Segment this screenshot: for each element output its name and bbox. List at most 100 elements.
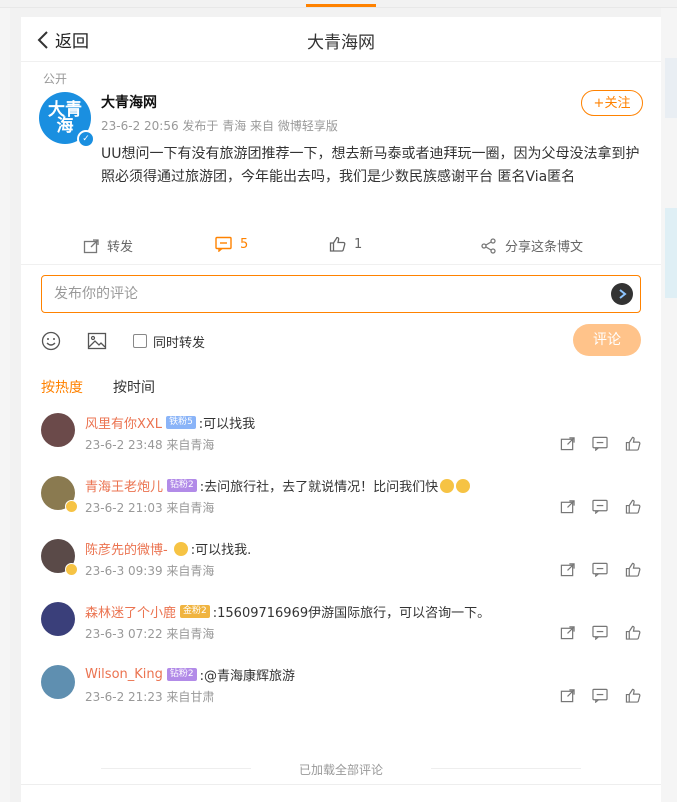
comment-text: :15609716969伊游国际旅行，可以咨询一下。 bbox=[212, 606, 491, 621]
also-repost-label: 同时转发 bbox=[153, 335, 206, 351]
comment-composer: 同时转发 评论 bbox=[21, 265, 661, 369]
reply-icon[interactable] bbox=[592, 625, 608, 640]
reply-icon[interactable] bbox=[592, 499, 608, 514]
tab-sort-hot[interactable]: 按热度 bbox=[41, 377, 83, 397]
comment-item: Wilson_King 钻粉2 :@青海康辉旅游 23-6-2 21:23 来自… bbox=[21, 659, 661, 722]
comment-line: 青海王老炮儿 钻粉2 :去问旅行社，去了就说情况！比问我们快 bbox=[85, 476, 471, 495]
all-loaded-notice: 已加载全部评论 bbox=[21, 761, 661, 777]
comment-time: 23-6-3 07:22 来自青海 bbox=[85, 627, 215, 641]
top-bar bbox=[0, 0, 677, 8]
comment-text: :可以找我. bbox=[190, 543, 252, 558]
like-count: 1 bbox=[354, 236, 363, 252]
page-header: 返回 大青海网 bbox=[21, 17, 661, 61]
verified-icon: ✓ bbox=[77, 130, 95, 148]
thumbs-up-icon[interactable] bbox=[625, 562, 641, 577]
fan-badge: 金粉2 bbox=[180, 605, 210, 618]
side-panel-fragment bbox=[665, 58, 677, 118]
image-icon[interactable] bbox=[87, 331, 107, 351]
comment-text: :@青海康辉旅游 bbox=[199, 669, 296, 684]
reply-icon[interactable] bbox=[592, 562, 608, 577]
comment-time: 23-6-2 23:48 来自青海 bbox=[85, 438, 215, 452]
repost-icon[interactable] bbox=[560, 562, 575, 577]
comment-username[interactable]: 陈彦先的微博- bbox=[85, 539, 168, 558]
like-button[interactable]: 1 bbox=[329, 236, 362, 252]
fan-badge: 铁粉5 bbox=[166, 416, 196, 429]
thumbs-up-icon[interactable] bbox=[625, 688, 641, 703]
comment-item: 陈彦先的微博- :可以找我. 23-6-3 09:39 来自青海 bbox=[21, 533, 661, 596]
reply-icon[interactable] bbox=[592, 436, 608, 451]
thumbs-up-icon[interactable] bbox=[625, 499, 641, 514]
crown-emoji-icon bbox=[173, 541, 188, 556]
comment-item: 森林迷了个小鹿 金粉2 :15609716969伊游国际旅行，可以咨询一下。 2… bbox=[21, 596, 661, 659]
comment-time: 23-6-2 21:23 来自甘肃 bbox=[85, 690, 215, 704]
share-label: 分享这条博文 bbox=[505, 240, 584, 255]
repost-label: 转发 bbox=[107, 240, 134, 255]
tab-sort-time[interactable]: 按时间 bbox=[113, 377, 155, 397]
author-name[interactable]: 大青海网 bbox=[101, 92, 157, 112]
comment-text: :去问旅行社，去了就说情况！比问我们快 bbox=[199, 480, 439, 495]
comment-sort-tabs: 按热度 按时间 bbox=[21, 369, 661, 407]
comment-actions bbox=[543, 499, 641, 514]
comment-count: 5 bbox=[240, 236, 249, 252]
checkbox-box bbox=[133, 334, 147, 348]
reply-icon[interactable] bbox=[592, 688, 608, 703]
repost-icon[interactable] bbox=[560, 499, 575, 514]
repost-button[interactable]: 转发 bbox=[83, 236, 133, 255]
also-repost-checkbox[interactable]: 同时转发 bbox=[133, 332, 205, 351]
divider bbox=[431, 768, 581, 769]
repost-icon[interactable] bbox=[560, 688, 575, 703]
verified-icon bbox=[65, 563, 78, 576]
dog-emoji-icon bbox=[440, 478, 455, 493]
side-panel-fragment bbox=[665, 208, 677, 298]
divider bbox=[21, 784, 661, 785]
thumbs-up-icon[interactable] bbox=[625, 625, 641, 640]
post-detail-card: 返回 大青海网 公开 大青海 ✓ 大青海网 23-6-2 20:56 发布于 青… bbox=[21, 17, 661, 802]
comment-line: 风里有你XXL 铁粉5 :可以找我 bbox=[85, 413, 255, 432]
comment-time: 23-6-2 21:03 来自青海 bbox=[85, 501, 215, 515]
comment-input[interactable] bbox=[41, 275, 641, 313]
comment-time: 23-6-3 09:39 来自青海 bbox=[85, 564, 215, 578]
thumbs-up-icon bbox=[329, 236, 346, 252]
right-gutter bbox=[661, 8, 677, 802]
fan-badge: 钻粉2 bbox=[167, 479, 197, 492]
comment-item: 风里有你XXL 铁粉5 :可以找我 23-6-2 23:48 来自青海 bbox=[21, 407, 661, 470]
share-button[interactable]: 分享这条博文 bbox=[481, 236, 583, 255]
avatar[interactable] bbox=[41, 602, 75, 636]
verified-icon bbox=[65, 500, 78, 513]
comment-actions bbox=[543, 688, 641, 703]
active-tab-indicator bbox=[306, 4, 376, 7]
ai-assistant-icon[interactable] bbox=[611, 283, 633, 305]
comment-text: :可以找我 bbox=[198, 417, 256, 432]
page-title: 大青海网 bbox=[307, 33, 375, 53]
avatar[interactable] bbox=[41, 413, 75, 447]
post-text: UU想问一下有没有旅游团推荐一下，想去新马泰或者迪拜玩一圈，因为父母没法拿到护照… bbox=[101, 146, 640, 185]
all-loaded-label: 已加载全部评论 bbox=[298, 763, 383, 777]
comment-username[interactable]: 森林迷了个小鹿 bbox=[85, 602, 176, 621]
comment-button[interactable]: 5 bbox=[215, 236, 248, 252]
follow-button[interactable]: +关注 bbox=[581, 90, 643, 116]
thumbs-up-icon[interactable] bbox=[625, 436, 641, 451]
comment-actions bbox=[543, 625, 641, 640]
comment-line: 森林迷了个小鹿 金粉2 :15609716969伊游国际旅行，可以咨询一下。 bbox=[85, 602, 490, 621]
comment-username[interactable]: 风里有你XXL bbox=[85, 413, 162, 432]
left-gutter bbox=[0, 8, 10, 802]
comment-item: 青海王老炮儿 钻粉2 :去问旅行社，去了就说情况！比问我们快 23-6-2 21… bbox=[21, 470, 661, 533]
repost-icon[interactable] bbox=[560, 436, 575, 451]
comment-username[interactable]: Wilson_King bbox=[85, 667, 163, 682]
comment-line: Wilson_King 钻粉2 :@青海康辉旅游 bbox=[85, 665, 295, 684]
post-meta: 23-6-2 20:56 发布于 青海 来自 微博轻享版 bbox=[101, 119, 338, 133]
visibility-label: 公开 bbox=[43, 72, 68, 86]
emoji-icon[interactable] bbox=[41, 331, 61, 351]
avatar[interactable] bbox=[41, 665, 75, 699]
comment-icon bbox=[215, 236, 232, 252]
post-actions: 转发 5 1 分享这条博文 bbox=[21, 228, 661, 264]
comment-actions bbox=[543, 436, 641, 451]
comment-line: 陈彦先的微博- :可以找我. bbox=[85, 539, 251, 558]
fan-badge: 钻粉2 bbox=[166, 668, 197, 681]
submit-comment-button[interactable]: 评论 bbox=[573, 324, 641, 356]
comment-list: 风里有你XXL 铁粉5 :可以找我 23-6-2 23:48 来自青海 青海王老… bbox=[21, 407, 661, 722]
comment-username[interactable]: 青海王老炮儿 bbox=[85, 476, 163, 495]
weibo-post: 大青海 ✓ 大青海网 23-6-2 20:56 发布于 青海 来自 微博轻享版 … bbox=[21, 88, 661, 228]
dog-emoji-icon bbox=[456, 478, 471, 493]
repost-icon[interactable] bbox=[560, 625, 575, 640]
